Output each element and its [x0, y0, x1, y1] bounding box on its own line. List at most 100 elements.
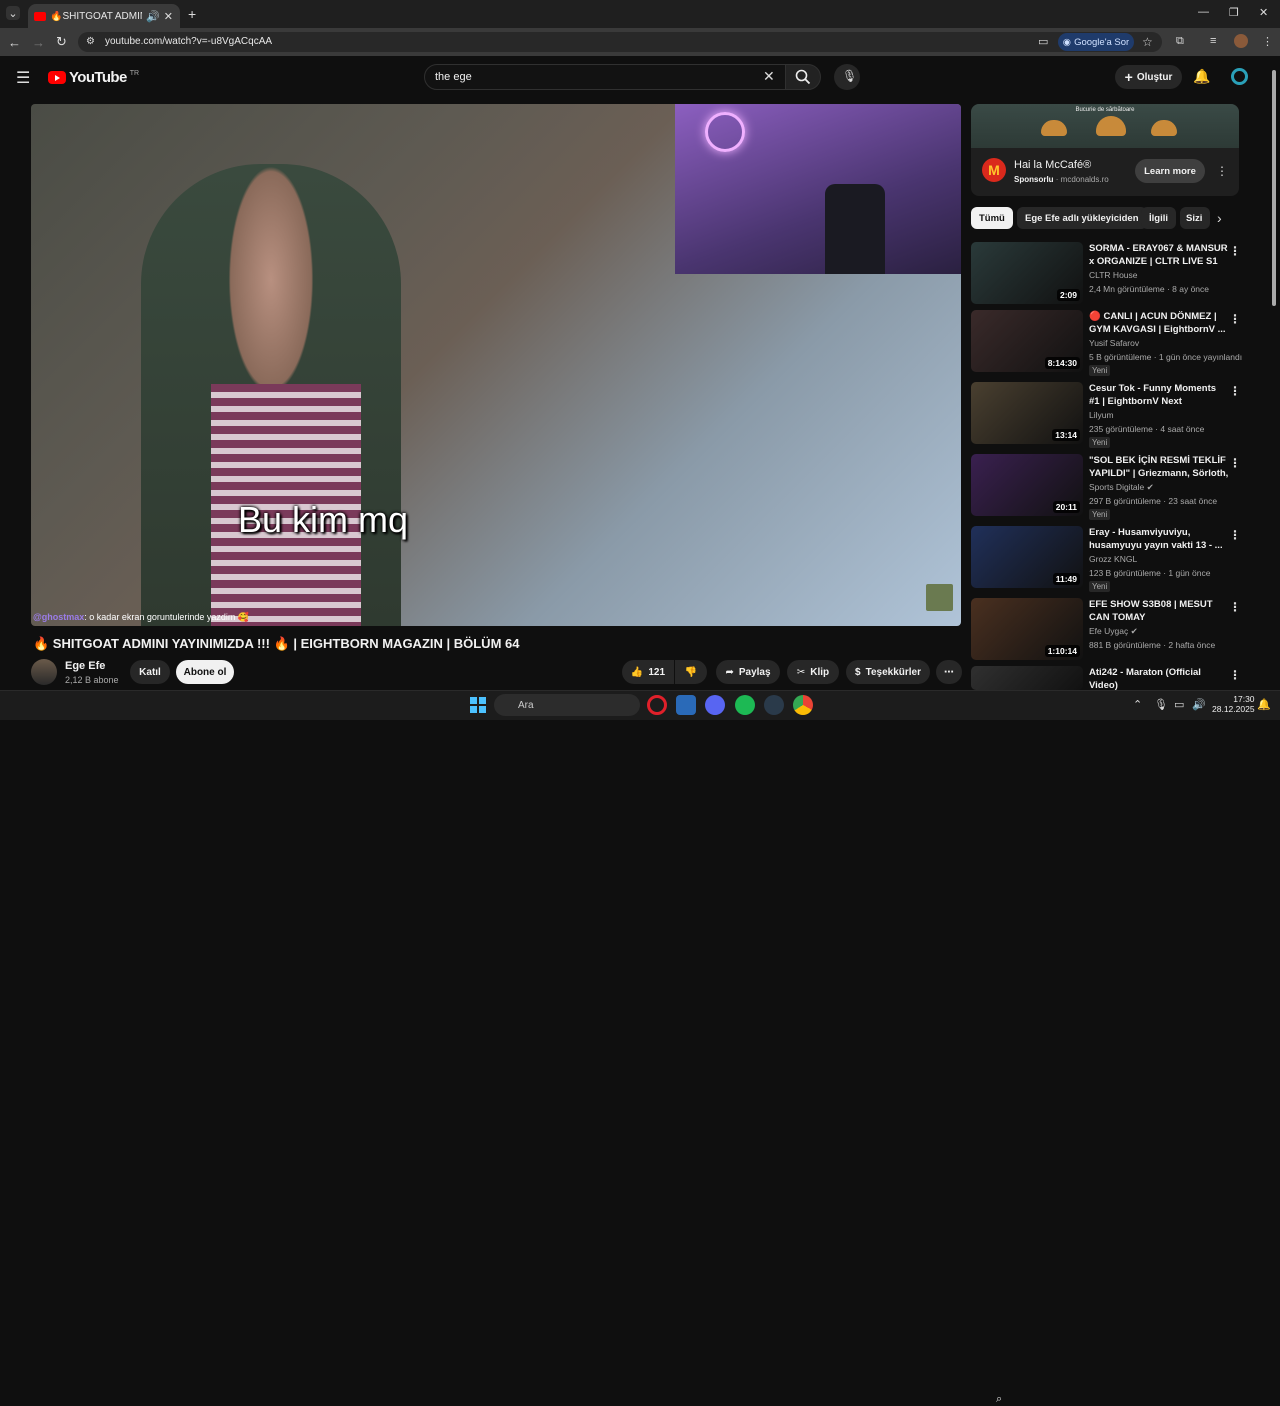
page-scrollbar[interactable]	[1271, 60, 1277, 690]
recommendation-item[interactable]: 13:14 Cesur Tok - Funny Moments #1 | Eigh…	[971, 382, 1246, 448]
youtube-logo[interactable]: YouTube TR	[48, 69, 139, 86]
thumbs-up-icon: 👍	[630, 666, 644, 678]
video-thumbnail[interactable]: 1:10:14	[971, 598, 1083, 660]
back-icon[interactable]: ←	[8, 35, 21, 50]
restore-icon[interactable]: ❐	[1229, 6, 1239, 19]
hamburger-menu-icon[interactable]: ☰	[16, 68, 30, 88]
chip-uploader[interactable]: Ege Efe adlı yükleyiciden	[1017, 207, 1147, 229]
opera-icon[interactable]	[647, 695, 667, 715]
recommendation-menu-icon[interactable]: ⋮	[1229, 312, 1241, 326]
steam-icon[interactable]	[764, 695, 784, 715]
chip-all-label: Tümü	[979, 212, 1005, 224]
taskbar-search[interactable]: ⌕ Ara	[494, 694, 1002, 1405]
tray-microphone-icon[interactable]: 🎙	[1154, 698, 1168, 711]
learn-more-button[interactable]: Learn more	[1135, 159, 1205, 183]
extensions-icon[interactable]: ⧉	[1176, 35, 1184, 48]
recommendation-item[interactable]: 2:09 SORMA - ERAY067 & MANSUR x ORGANIZE …	[971, 242, 1246, 306]
search-input[interactable]: the ege	[424, 64, 786, 90]
join-button[interactable]: Katıl	[130, 660, 170, 684]
video-thumbnail[interactable]: 2:09	[971, 242, 1083, 304]
channel-avatar[interactable]	[31, 659, 57, 685]
recommendation-title[interactable]: Cesur Tok - Funny Moments #1 | Eightborn…	[1089, 382, 1229, 408]
video-player[interactable]: Bu kim mq @ghostmax: o kadar ekran gorun…	[31, 104, 961, 626]
chevron-right-icon[interactable]: ›	[1217, 210, 1222, 226]
recommendation-item[interactable]: 20:11 "SOL BEK İÇİN RESMİ TEKLİF YAPILDI"…	[971, 454, 1246, 520]
clear-search-icon[interactable]: ✕	[763, 68, 775, 85]
join-label: Katıl	[139, 666, 161, 678]
recommendation-channel[interactable]: Yusif Safarov	[1089, 338, 1139, 348]
share-button[interactable]: ➦ Paylaş	[716, 660, 780, 684]
recommendation-menu-icon[interactable]: ⋮	[1229, 668, 1241, 682]
notifications-bell-icon[interactable]: 🔔	[1193, 68, 1210, 85]
recommendation-item[interactable]: 1:10:14 EFE SHOW S3B08 | MESUT CAN TOMAY E…	[971, 598, 1246, 662]
recommendation-item[interactable]: 11:49 Eray - Husamviyuviyu, husamyuyu yay…	[971, 526, 1246, 592]
browser-tab[interactable]: 🔥SHITGOAT ADMINI YAYI 🔊 ✕	[28, 4, 180, 28]
video-thumbnail[interactable]: 8:14:30	[971, 310, 1083, 372]
chip-related[interactable]: İlgili	[1141, 207, 1176, 229]
video-thumbnail[interactable]: 13:14	[971, 382, 1083, 444]
ask-google-button[interactable]: ◉ Google'a Sor	[1058, 33, 1134, 51]
more-actions-button[interactable]: ⋯	[936, 660, 962, 684]
chip-all[interactable]: Tümü	[971, 207, 1013, 229]
video-thumbnail[interactable]	[971, 666, 1083, 690]
video-thumbnail[interactable]: 11:49	[971, 526, 1083, 588]
notification-center-icon[interactable]: 🔔	[1257, 698, 1271, 711]
account-avatar[interactable]	[1231, 68, 1248, 85]
recommendation-item[interactable]: 8:14:30 🔴 CANLI | ACUN DÖNMEZ | GYM KAVGA…	[971, 310, 1246, 376]
recommendation-channel[interactable]: Efe Uygaç ✔	[1089, 626, 1138, 637]
ad-menu-icon[interactable]: ⋮	[1216, 164, 1228, 178]
sponsored-ad-card[interactable]: Bucurie de sărbătoare M Hai la McCafé® S…	[971, 104, 1239, 196]
dislike-button[interactable]: 👎	[675, 660, 707, 684]
like-button[interactable]: 👍 121	[622, 660, 674, 684]
profile-icon[interactable]	[1234, 34, 1248, 48]
scrollbar-thumb[interactable]	[1272, 70, 1276, 306]
recommendation-title[interactable]: "SOL BEK İÇİN RESMİ TEKLİF YAPILDI" | Gr…	[1089, 454, 1229, 480]
tray-chevron-up-icon[interactable]: ⌃	[1133, 698, 1142, 711]
reading-list-icon[interactable]: ≡	[1210, 35, 1216, 47]
recommendation-title[interactable]: EFE SHOW S3B08 | MESUT CAN TOMAY	[1089, 598, 1229, 624]
voice-search-button[interactable]: 🎙	[834, 64, 860, 90]
recommendation-title[interactable]: 🔴 CANLI | ACUN DÖNMEZ | GYM KAVGASI | Ei…	[1089, 310, 1229, 336]
create-button[interactable]: + Oluştur	[1115, 65, 1182, 89]
bookmark-star-icon[interactable]: ☆	[1142, 35, 1153, 49]
recommendation-menu-icon[interactable]: ⋮	[1229, 600, 1241, 614]
minimize-icon[interactable]: —	[1198, 6, 1209, 18]
recommendation-title[interactable]: SORMA - ERAY067 & MANSUR x ORGANIZE | CL…	[1089, 242, 1229, 268]
tab-list-icon[interactable]: ⌄	[6, 6, 20, 20]
chip-for-you[interactable]: Sizi	[1180, 207, 1210, 229]
recommendation-channel[interactable]: Grozz KNGL	[1089, 554, 1137, 564]
windows-start-icon[interactable]	[470, 697, 486, 713]
app-icon[interactable]	[676, 695, 696, 715]
search-button[interactable]	[785, 64, 821, 90]
chrome-icon[interactable]	[793, 695, 813, 715]
recommendation-menu-icon[interactable]: ⋮	[1229, 456, 1241, 470]
recommendation-menu-icon[interactable]: ⋮	[1229, 244, 1241, 258]
tray-volume-icon[interactable]: 🔊	[1192, 698, 1206, 711]
thanks-button[interactable]: $ Teşekkürler	[846, 660, 930, 684]
cast-icon[interactable]: ▭	[1038, 35, 1048, 48]
spotify-icon[interactable]	[735, 695, 755, 715]
tray-network-icon[interactable]: ▭	[1174, 698, 1184, 711]
new-tab-icon[interactable]: +	[188, 6, 196, 22]
taskbar-clock[interactable]: 17:30 28.12.2025	[1212, 694, 1255, 714]
channel-name[interactable]: Ege Efe	[65, 660, 105, 672]
clip-button[interactable]: ✂ Klip	[787, 660, 839, 684]
url-text[interactable]: youtube.com/watch?v=-u8VgACqcAA	[105, 36, 272, 47]
recommendation-channel[interactable]: Sports Digitale ✔	[1089, 482, 1154, 493]
recommendation-menu-icon[interactable]: ⋮	[1229, 528, 1241, 542]
site-info-icon[interactable]: ⚙	[86, 36, 95, 47]
audio-icon[interactable]: 🔊	[146, 10, 160, 23]
close-tab-icon[interactable]: ✕	[164, 10, 173, 23]
subscribe-button[interactable]: Abone ol	[176, 660, 234, 684]
browser-menu-icon[interactable]: ⋮	[1262, 35, 1273, 48]
recommendation-title[interactable]: Ati242 - Maraton (Official Video)	[1089, 666, 1229, 692]
recommendation-title[interactable]: Eray - Husamviyuviyu, husamyuyu yayın va…	[1089, 526, 1229, 552]
recommendation-channel[interactable]: Lilyum	[1089, 410, 1114, 420]
video-thumbnail[interactable]: 20:11	[971, 454, 1083, 516]
recommendation-menu-icon[interactable]: ⋮	[1229, 384, 1241, 398]
recommendation-channel[interactable]: CLTR House	[1089, 270, 1138, 280]
close-window-icon[interactable]: ✕	[1259, 6, 1268, 19]
reload-icon[interactable]: ↻	[56, 34, 67, 50]
discord-icon[interactable]	[705, 695, 725, 715]
forward-icon[interactable]: →	[32, 35, 45, 50]
